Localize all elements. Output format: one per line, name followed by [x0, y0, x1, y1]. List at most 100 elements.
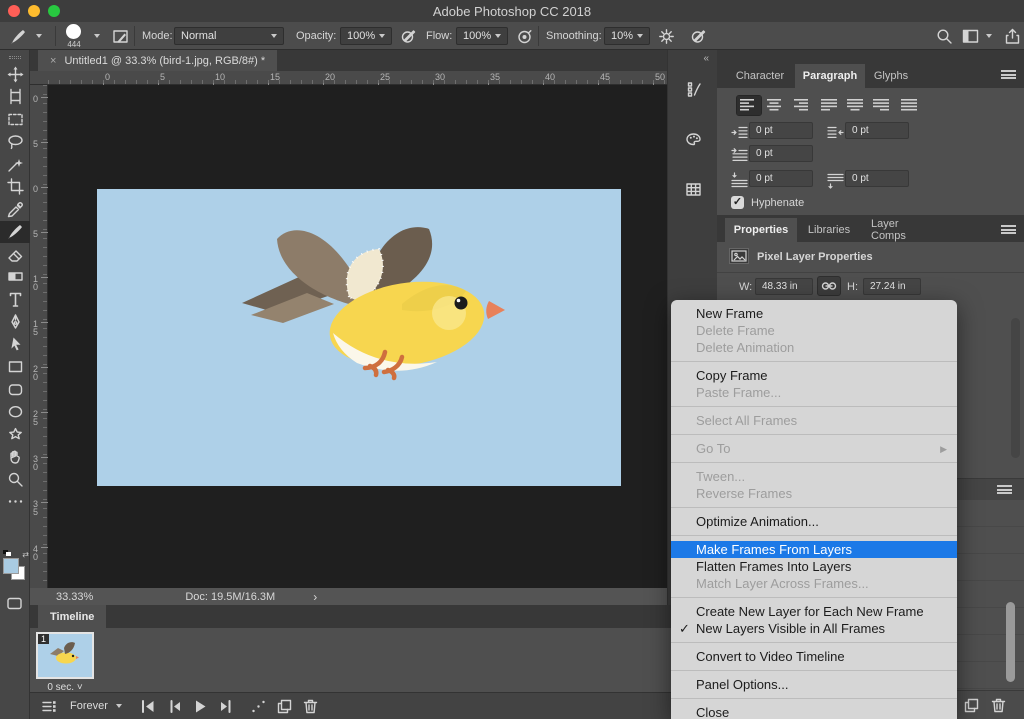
indent-left-field[interactable]: 0 pt — [749, 122, 813, 139]
pen-tool[interactable] — [0, 311, 30, 334]
foreground-color-swatch[interactable] — [3, 558, 19, 574]
duplicate-frame-icon[interactable] — [272, 693, 298, 719]
move-tool[interactable] — [0, 63, 30, 86]
menu-item-new-frame[interactable]: New Frame — [671, 305, 957, 322]
delete-layer-icon[interactable] — [990, 697, 1007, 714]
align-button-4[interactable] — [843, 96, 867, 115]
brush-settings-panel-icon[interactable] — [680, 76, 706, 102]
smoothing-select[interactable]: 10% — [604, 22, 650, 50]
brush-size-caret[interactable] — [94, 34, 100, 38]
tween-icon[interactable] — [246, 693, 272, 719]
default-colors-icon[interactable] — [3, 550, 12, 557]
menu-item-make-frames-from-layers[interactable]: Make Frames From Layers — [671, 541, 957, 558]
rounded-rect-tool[interactable] — [0, 378, 30, 401]
toggle-brush-settings-icon[interactable] — [112, 22, 129, 50]
properties-panel-menu-icon[interactable] — [1001, 225, 1016, 234]
artboard-tool[interactable] — [0, 86, 30, 109]
properties-scrollbar[interactable] — [1011, 318, 1020, 458]
search-icon[interactable] — [936, 22, 953, 50]
document-tab[interactable]: × Untitled1 @ 33.3% (bird-1.jpg, RGB/8#)… — [38, 50, 277, 71]
workspace-caret[interactable] — [986, 22, 992, 50]
loop-count-select[interactable]: Forever — [70, 700, 108, 712]
menu-item-new-layers-visible-in-all-frames[interactable]: ✓New Layers Visible in All Frames — [671, 620, 957, 637]
first-frame-icon[interactable] — [136, 693, 162, 719]
space-before-field[interactable]: 0 pt — [749, 170, 813, 187]
tab-layer-comps[interactable]: Layer Comps — [861, 218, 945, 242]
opacity-select[interactable]: 100% — [340, 22, 392, 50]
hand-tool[interactable] — [0, 446, 30, 469]
brush-tool[interactable] — [0, 221, 30, 244]
zoom-tool[interactable] — [0, 468, 30, 491]
ellipse-tool[interactable] — [0, 401, 30, 424]
crop-tool[interactable] — [0, 176, 30, 199]
pressure-size-icon[interactable] — [690, 22, 707, 50]
menu-item-close[interactable]: Close — [671, 704, 957, 719]
lasso-tool[interactable] — [0, 131, 30, 154]
width-field[interactable]: 48.33 in — [755, 278, 813, 295]
previous-frame-icon[interactable] — [162, 693, 188, 719]
status-chevron-icon[interactable]: › — [313, 590, 317, 604]
brush-size-picker[interactable]: 444 — [64, 22, 100, 50]
align-button-6[interactable] — [898, 96, 922, 115]
swatches-panel-icon[interactable] — [680, 176, 706, 202]
paragraph-panel-menu-icon[interactable] — [1001, 70, 1016, 79]
tab-properties[interactable]: Properties — [725, 218, 797, 242]
menu-item-copy-frame[interactable]: Copy Frame — [671, 367, 957, 384]
type-tool[interactable] — [0, 288, 30, 311]
timeline-frame-1[interactable]: 1 — [36, 632, 94, 679]
convert-to-video-timeline-icon[interactable] — [36, 693, 62, 719]
menu-item-convert-to-video-timeline[interactable]: Convert to Video Timeline — [671, 648, 957, 665]
play-icon[interactable] — [188, 693, 214, 719]
brush-tool-preset[interactable] — [10, 22, 27, 50]
swap-colors-icon[interactable]: ⇄ — [22, 550, 29, 559]
align-button-2[interactable] — [787, 96, 811, 115]
marquee-tool[interactable] — [0, 108, 30, 131]
align-button-5[interactable] — [868, 96, 892, 115]
delete-frame-icon[interactable] — [298, 693, 324, 719]
align-button-1[interactable] — [762, 96, 786, 115]
link-dimensions-icon[interactable] — [817, 276, 841, 296]
tab-paragraph[interactable]: Paragraph — [795, 64, 865, 88]
brush-preset-caret[interactable] — [36, 22, 42, 50]
hyphenate-checkbox[interactable]: ✓ — [731, 196, 744, 209]
menu-item-create-new-layer-for-each-new-frame[interactable]: Create New Layer for Each New Frame — [671, 603, 957, 620]
gradient-tool[interactable] — [0, 266, 30, 289]
document-image[interactable] — [97, 189, 621, 486]
horizontal-ruler[interactable]: 05101520253035404550 — [30, 71, 667, 85]
tab-glyphs[interactable]: Glyphs — [865, 64, 917, 88]
flow-select[interactable]: 100% — [456, 22, 508, 50]
zoom-level[interactable]: 33.33% — [56, 591, 93, 603]
indent-right-field[interactable]: 0 pt — [845, 122, 909, 139]
tab-libraries[interactable]: Libraries — [797, 218, 861, 242]
menu-item-optimize-animation[interactable]: Optimize Animation... — [671, 513, 957, 530]
workspace-icon[interactable] — [962, 22, 979, 50]
align-button-3[interactable] — [818, 96, 842, 115]
more-tool[interactable] — [0, 491, 30, 514]
height-field[interactable]: 27.24 in — [863, 278, 921, 295]
eraser-tool[interactable] — [0, 243, 30, 266]
loop-count-caret[interactable] — [116, 704, 122, 708]
eyedropper-tool[interactable] — [0, 198, 30, 221]
space-after-field[interactable]: 0 pt — [845, 170, 909, 187]
pressure-opacity-icon[interactable] — [400, 22, 417, 50]
screen-mode-icon[interactable] — [6, 595, 23, 612]
menu-item-panel-options[interactable]: Panel Options... — [671, 676, 957, 693]
layers-panel-menu-icon[interactable] — [997, 485, 1012, 494]
indent-firstline-field[interactable]: 0 pt — [749, 145, 813, 162]
tab-timeline[interactable]: Timeline — [38, 605, 106, 628]
path-select-tool[interactable] — [0, 333, 30, 356]
custom-shape-tool[interactable] — [0, 423, 30, 446]
smoothing-options-gear-icon[interactable] — [658, 22, 675, 50]
vertical-ruler[interactable]: 050510152025303540 — [30, 85, 48, 588]
canvas-area[interactable] — [48, 85, 667, 588]
close-tab-icon[interactable]: × — [50, 55, 56, 67]
layers-scrollbar[interactable] — [1006, 602, 1015, 682]
align-button-0[interactable] — [737, 96, 761, 115]
mode-select[interactable]: Normal — [174, 22, 284, 50]
next-frame-icon[interactable] — [214, 693, 240, 719]
rectangle-tool[interactable] — [0, 356, 30, 379]
toolbar-grip[interactable] — [9, 56, 21, 59]
airbrush-icon[interactable] — [516, 22, 533, 50]
share-icon[interactable] — [1004, 22, 1021, 50]
new-layer-icon[interactable] — [963, 697, 980, 714]
